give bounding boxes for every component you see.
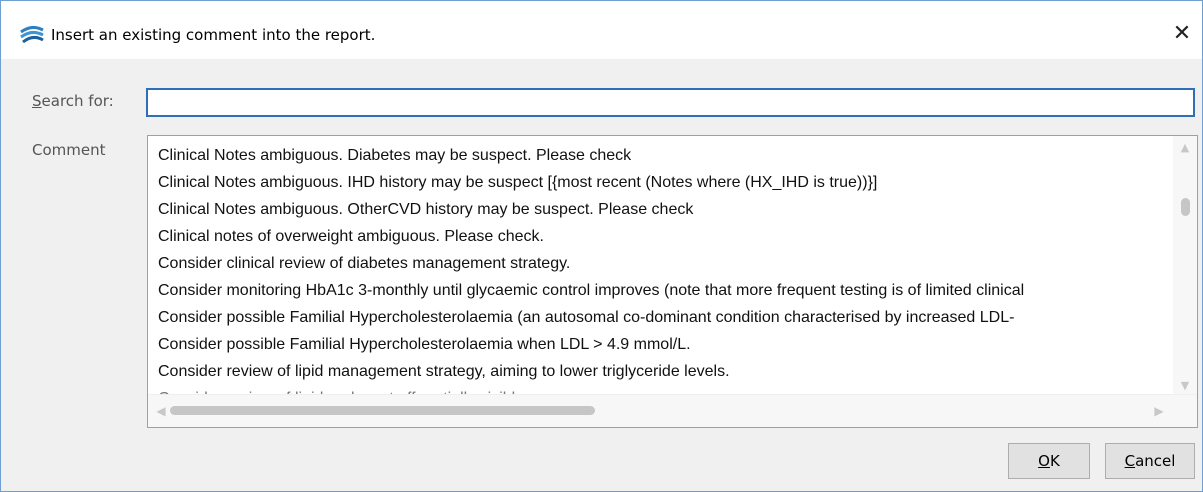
- cancel-mnemonic: C: [1124, 452, 1136, 470]
- search-label-rest: earch for:: [41, 92, 114, 110]
- cancel-label-rest: ancel: [1135, 452, 1176, 470]
- app-logo-icon: [20, 26, 44, 44]
- dialog-title: Insert an existing comment into the repo…: [51, 26, 376, 44]
- close-icon: ✕: [1172, 21, 1192, 46]
- list-item[interactable]: Clinical Notes ambiguous. OtherCVD histo…: [158, 197, 693, 223]
- scroll-right-icon[interactable]: ▶: [1152, 404, 1166, 418]
- scroll-left-icon[interactable]: ◀: [154, 404, 168, 418]
- search-input[interactable]: [146, 88, 1195, 117]
- scroll-up-icon[interactable]: ▲: [1179, 142, 1191, 154]
- vertical-scrollbar[interactable]: ▲ ▼: [1173, 136, 1197, 395]
- search-label-mnemonic: S: [32, 92, 42, 110]
- list-item[interactable]: Consider clinical review of diabetes man…: [158, 251, 570, 277]
- search-label: Search for:: [32, 92, 114, 110]
- vertical-scroll-thumb[interactable]: [1181, 198, 1190, 216]
- title-bar: Insert an existing comment into the repo…: [1, 1, 1202, 59]
- horizontal-scrollbar[interactable]: ◀ ▶: [148, 394, 1197, 427]
- dialog-window: Insert an existing comment into the repo…: [0, 0, 1203, 492]
- comment-label: Comment: [32, 141, 106, 159]
- list-item[interactable]: Clinical Notes ambiguous. IHD history ma…: [158, 170, 877, 196]
- ok-label-rest: K: [1049, 452, 1060, 470]
- scroll-down-icon[interactable]: ▼: [1179, 380, 1191, 392]
- list-item[interactable]: Consider review of lipid management stra…: [158, 359, 730, 385]
- close-button[interactable]: ✕: [1169, 21, 1195, 47]
- comment-list[interactable]: Clinical Notes ambiguous. Diabetes may b…: [147, 135, 1198, 428]
- list-item[interactable]: Clinical Notes ambiguous. Diabetes may b…: [158, 143, 631, 169]
- ok-button[interactable]: OK: [1008, 443, 1090, 479]
- list-item[interactable]: Clinical notes of overweight ambiguous. …: [158, 224, 544, 250]
- list-item[interactable]: Consider monitoring HbA1c 3-monthly unti…: [158, 278, 1024, 304]
- list-item[interactable]: Consider possible Familial Hypercholeste…: [158, 305, 1014, 331]
- ok-mnemonic: O: [1038, 452, 1050, 470]
- comment-list-viewport: Clinical Notes ambiguous. Diabetes may b…: [148, 136, 1173, 395]
- cancel-button[interactable]: Cancel: [1105, 443, 1195, 479]
- list-item[interactable]: Consider possible Familial Hypercholeste…: [158, 332, 691, 358]
- horizontal-scroll-thumb[interactable]: [170, 406, 595, 415]
